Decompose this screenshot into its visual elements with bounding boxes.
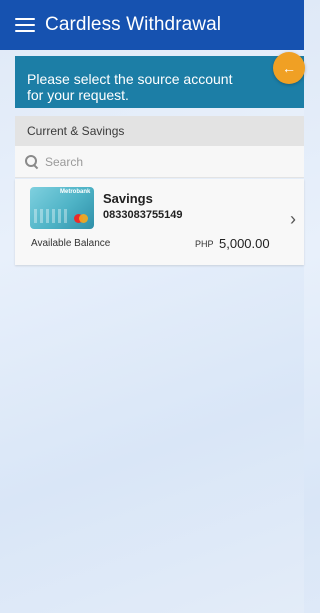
currency-label: PHP: [195, 239, 214, 249]
account-number: 0833083755149: [103, 209, 183, 221]
balance-label: Available Balance: [31, 238, 111, 249]
back-button[interactable]: ←: [273, 52, 305, 84]
search-placeholder: Search: [45, 154, 84, 169]
search-icon: [25, 154, 39, 169]
section-header: Current & Savings: [15, 116, 304, 146]
instruction-text: Please select the source account for you…: [27, 71, 233, 103]
arrow-left-icon: ←: [282, 60, 296, 76]
account-type: Savings: [103, 191, 153, 206]
page-title: Cardless Withdrawal: [45, 14, 222, 35]
balance-amount: 5,000.00: [219, 236, 270, 251]
card-image: Metrobank: [30, 187, 94, 229]
card-pattern: [34, 209, 68, 223]
chevron-right-icon: ›: [290, 209, 296, 229]
content-panel: Please select the source account for you…: [15, 52, 305, 613]
mastercard-logo: [74, 214, 88, 223]
search-input[interactable]: Search: [15, 146, 304, 178]
app-bar: Cardless Withdrawal: [0, 0, 304, 50]
card-brand-logo: Metrobank: [60, 189, 91, 195]
account-item[interactable]: Metrobank Savings 0833083755149 › Availa…: [15, 179, 304, 265]
section-title: Current & Savings: [27, 124, 125, 138]
menu-icon[interactable]: [15, 18, 35, 32]
instruction-banner: Please select the source account for you…: [15, 56, 304, 108]
